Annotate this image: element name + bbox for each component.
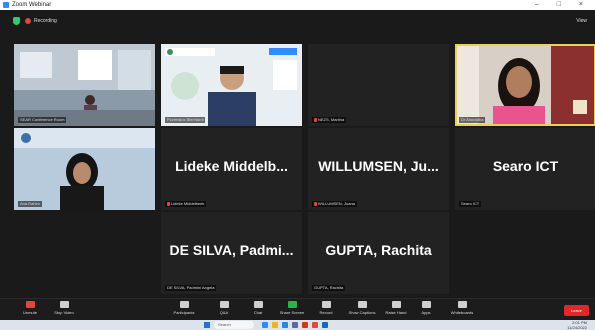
participant-video	[455, 44, 595, 126]
window-titlebar: Zoom Webinar – □ ×	[0, 0, 595, 10]
participant-name: NEZS, Martina	[312, 117, 347, 123]
recording-label: Recording	[34, 18, 57, 24]
participant-display-name: Searo ICT	[492, 158, 559, 174]
video-tile[interactable]: GUPTA, Rachita GUPTA, Rachita	[308, 212, 449, 294]
video-tile[interactable]: Searo ICT Searo ICT	[455, 128, 595, 210]
outlook-icon[interactable]	[322, 322, 328, 328]
participants-button[interactable]: Participants	[164, 301, 204, 315]
video-tile[interactable]: Florensius Blenhardi	[161, 44, 302, 126]
meeting-top-bar	[0, 10, 595, 34]
conference-room-video	[14, 44, 155, 126]
window-controls[interactable]: – □ ×	[535, 0, 591, 10]
chrome-icon[interactable]	[312, 322, 318, 328]
participant-display-name: Lideke Middelb...	[175, 158, 288, 174]
record-button[interactable]: Record	[306, 301, 346, 315]
video-tile[interactable]: SEAR Conference Room	[14, 44, 155, 126]
video-tile[interactable]: WILLUMSEN, Ju... WILLUMSEN, Juana	[308, 128, 449, 210]
whiteboards-button[interactable]: Whiteboards	[442, 301, 482, 315]
participant-video	[161, 44, 302, 126]
file-explorer-icon[interactable]	[272, 322, 278, 328]
window-title: Zoom Webinar	[12, 2, 52, 8]
recording-icon	[25, 18, 31, 24]
clock-date: 11/24/2022	[567, 325, 587, 330]
qa-icon	[219, 301, 229, 308]
muted-mic-icon	[167, 201, 170, 206]
participant-name: Florensius Blenhardi	[165, 117, 206, 123]
windows-start-icon[interactable]	[204, 322, 210, 328]
video-tile[interactable]: DE SILVA, Padmi... DE SILVA, Padmini Ang…	[161, 212, 302, 294]
record-icon	[321, 301, 331, 308]
share-screen-icon	[287, 301, 297, 308]
participant-name: Dr Anuradha	[459, 117, 486, 123]
apps-button[interactable]: Apps	[406, 301, 446, 315]
mic-icon	[25, 301, 35, 308]
raise-hand-icon	[391, 301, 401, 308]
view-button[interactable]: View	[576, 16, 587, 26]
chat-icon	[253, 301, 263, 308]
stop-video-button[interactable]: Stop Video	[44, 301, 84, 315]
muted-mic-icon	[314, 117, 317, 122]
edge-icon[interactable]	[282, 322, 288, 328]
shield-icon[interactable]	[13, 17, 20, 25]
participant-name: Searo ICT	[459, 201, 482, 207]
whiteboard-icon	[457, 301, 467, 308]
empty-tile	[455, 212, 595, 294]
participant-name: GUPTA, Rachita	[312, 285, 346, 291]
windows-taskbar: Search 2:01 PM 11/24/2022	[0, 320, 595, 330]
participants-icon	[179, 301, 189, 308]
apps-icon	[421, 301, 431, 308]
video-tile[interactable]: Ana Rahim	[14, 128, 155, 210]
captions-icon	[357, 301, 367, 308]
participant-name: SEAR Conference Room	[18, 117, 67, 123]
empty-tile	[14, 212, 155, 294]
powerpoint-icon[interactable]	[302, 322, 308, 328]
zoom-logo-icon	[3, 2, 9, 8]
meeting-toolbar: Unmute Stop Video Participants Q&A Chat …	[0, 298, 595, 321]
participant-display-name: DE SILVA, Padmi...	[169, 242, 294, 258]
video-tile[interactable]: NEZS, Martina	[308, 44, 449, 126]
participant-name: DE SILVA, Padmini Angela	[165, 285, 217, 291]
muted-mic-icon	[314, 201, 317, 206]
teams-icon[interactable]	[292, 322, 298, 328]
leave-button[interactable]: Leave	[564, 305, 589, 316]
zoom-app-icon[interactable]	[262, 322, 268, 328]
participant-name: Ana Rahim	[18, 201, 42, 207]
participant-video	[14, 128, 155, 210]
video-tile[interactable]: Lideke Middelb... Lideke Middelbeek	[161, 128, 302, 210]
video-icon	[59, 301, 69, 308]
participant-name: Lideke Middelbeek	[165, 201, 207, 207]
participant-display-name: WILLUMSEN, Ju...	[318, 158, 439, 174]
taskbar-clock[interactable]: 2:01 PM 11/24/2022	[567, 320, 587, 330]
participant-name: WILLUMSEN, Juana	[312, 201, 357, 207]
video-tile-active-speaker[interactable]: Dr Anuradha	[455, 44, 595, 126]
taskbar-search[interactable]: Search	[214, 321, 254, 329]
participant-display-name: GUPTA, Rachita	[325, 242, 432, 258]
